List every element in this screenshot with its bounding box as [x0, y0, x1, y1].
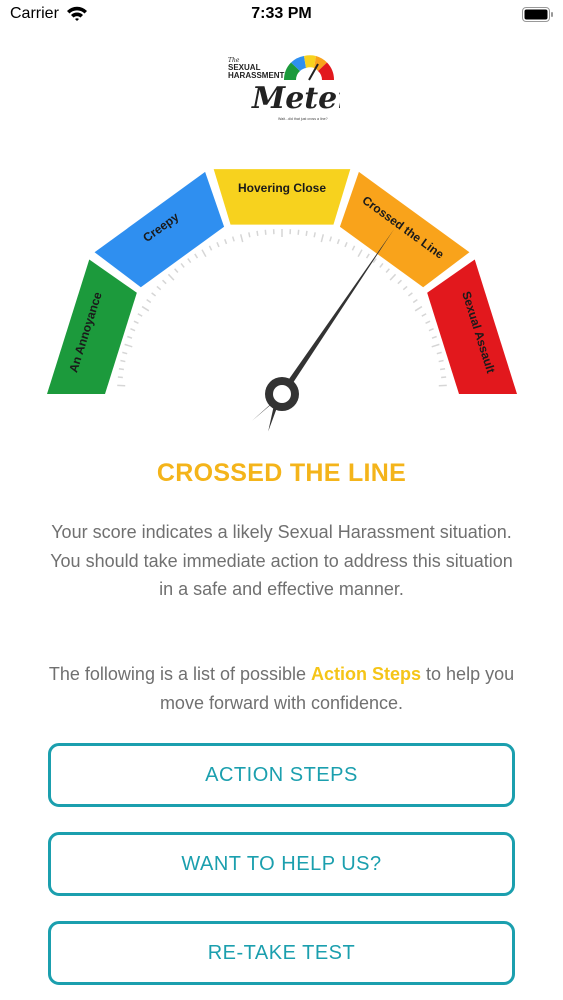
gauge-tick: [431, 343, 440, 348]
needle: [252, 228, 395, 432]
gauge-tick: [208, 245, 213, 251]
gauge-tick: [441, 376, 447, 379]
gauge-tick: [256, 230, 259, 236]
gauge-tick: [329, 236, 333, 242]
gauge-tick: [127, 335, 133, 339]
gauge-tick: [425, 320, 431, 325]
meter-gauge: An AnnoyanceCreepyHovering CloseCrossed …: [47, 169, 517, 432]
gauge-tick: [397, 279, 403, 285]
gauge-segment: [213, 169, 351, 225]
gauge-tick: [180, 262, 185, 268]
help-us-button[interactable]: WANT TO HELP US?: [48, 832, 515, 896]
gauge-tick: [151, 292, 157, 297]
action-steps-link[interactable]: Action Steps: [311, 664, 421, 684]
gauge-tick: [231, 236, 235, 242]
logo-meter: Meter: [251, 81, 340, 116]
gauge-tick: [174, 268, 179, 274]
gauge-tick: [428, 328, 434, 332]
action-steps-prefix: The following is a list of possible: [48, 664, 312, 684]
gauge-tick: [137, 313, 143, 317]
gauge-tick: [248, 232, 251, 238]
gauge-tick: [201, 249, 207, 258]
result-description: Your score indicates a likely Sexual Har…: [50, 522, 513, 599]
gauge-tick: [264, 229, 267, 235]
gauge-tick: [122, 351, 128, 355]
gauge-tick: [167, 273, 175, 281]
gauge-tick: [216, 242, 220, 248]
gauge-tick: [313, 232, 316, 238]
needle-hub-center: [273, 385, 291, 403]
gauge-tick: [305, 230, 308, 236]
gauge-tick: [402, 285, 408, 291]
logo-tagline: Wait...did that just cross a line?: [278, 117, 328, 121]
gauge-tick: [133, 320, 139, 325]
status-bar: Carrier 7:33 PM: [0, 0, 563, 30]
gauge-tick: [389, 273, 397, 281]
gauge-tick: [440, 368, 446, 371]
gauge-tick: [224, 238, 228, 245]
gauge-tick: [438, 359, 444, 363]
gauge-tick: [146, 298, 152, 304]
gauge-tick: [436, 351, 442, 355]
gauge-tick: [365, 253, 370, 259]
gauge-tick: [336, 238, 340, 245]
gauge-tick: [412, 298, 418, 304]
gauge-tick: [130, 328, 136, 332]
gauge-tick: [421, 313, 427, 317]
needle-shaft: [275, 228, 395, 399]
gauge-tick: [117, 376, 123, 379]
logo-harassment: HARASSMENT: [228, 71, 285, 80]
gauge-tick: [239, 234, 244, 243]
gauge-tick: [187, 258, 192, 264]
gauge-tick: [141, 305, 150, 312]
gauge-tick: [124, 343, 133, 348]
gauge-tick: [407, 292, 413, 297]
gauge-tick: [120, 359, 126, 363]
gauge-tick: [194, 253, 199, 259]
gauge-tick: [320, 234, 325, 243]
action-steps-button[interactable]: ACTION STEPS: [48, 743, 515, 807]
gauge-tick: [431, 335, 437, 339]
battery-icon: [522, 7, 553, 22]
gauge-segments: [47, 169, 517, 394]
status-time: 7:33 PM: [251, 5, 312, 22]
gauge-tick: [161, 279, 167, 285]
gauge-segment-label: Hovering Close: [238, 181, 326, 195]
gauge-tick: [357, 249, 363, 258]
gauge-tick: [414, 305, 423, 312]
gauge-tick: [385, 268, 390, 274]
retake-test-button[interactable]: RE-TAKE TEST: [48, 921, 515, 985]
gauge-tick: [344, 242, 348, 248]
result-title: CROSSED THE LINE: [156, 459, 407, 487]
gauge-tick: [156, 285, 162, 291]
app-logo: The SEXUAL HARASSMENT Meter Wait...did t…: [228, 55, 340, 121]
action-steps-text: The following is a list of possible Acti…: [35, 660, 528, 717]
gauge-tick: [118, 368, 124, 371]
gauge-tick: [351, 245, 356, 251]
gauge-tick: [297, 229, 300, 235]
gauge-tick: [379, 262, 384, 268]
